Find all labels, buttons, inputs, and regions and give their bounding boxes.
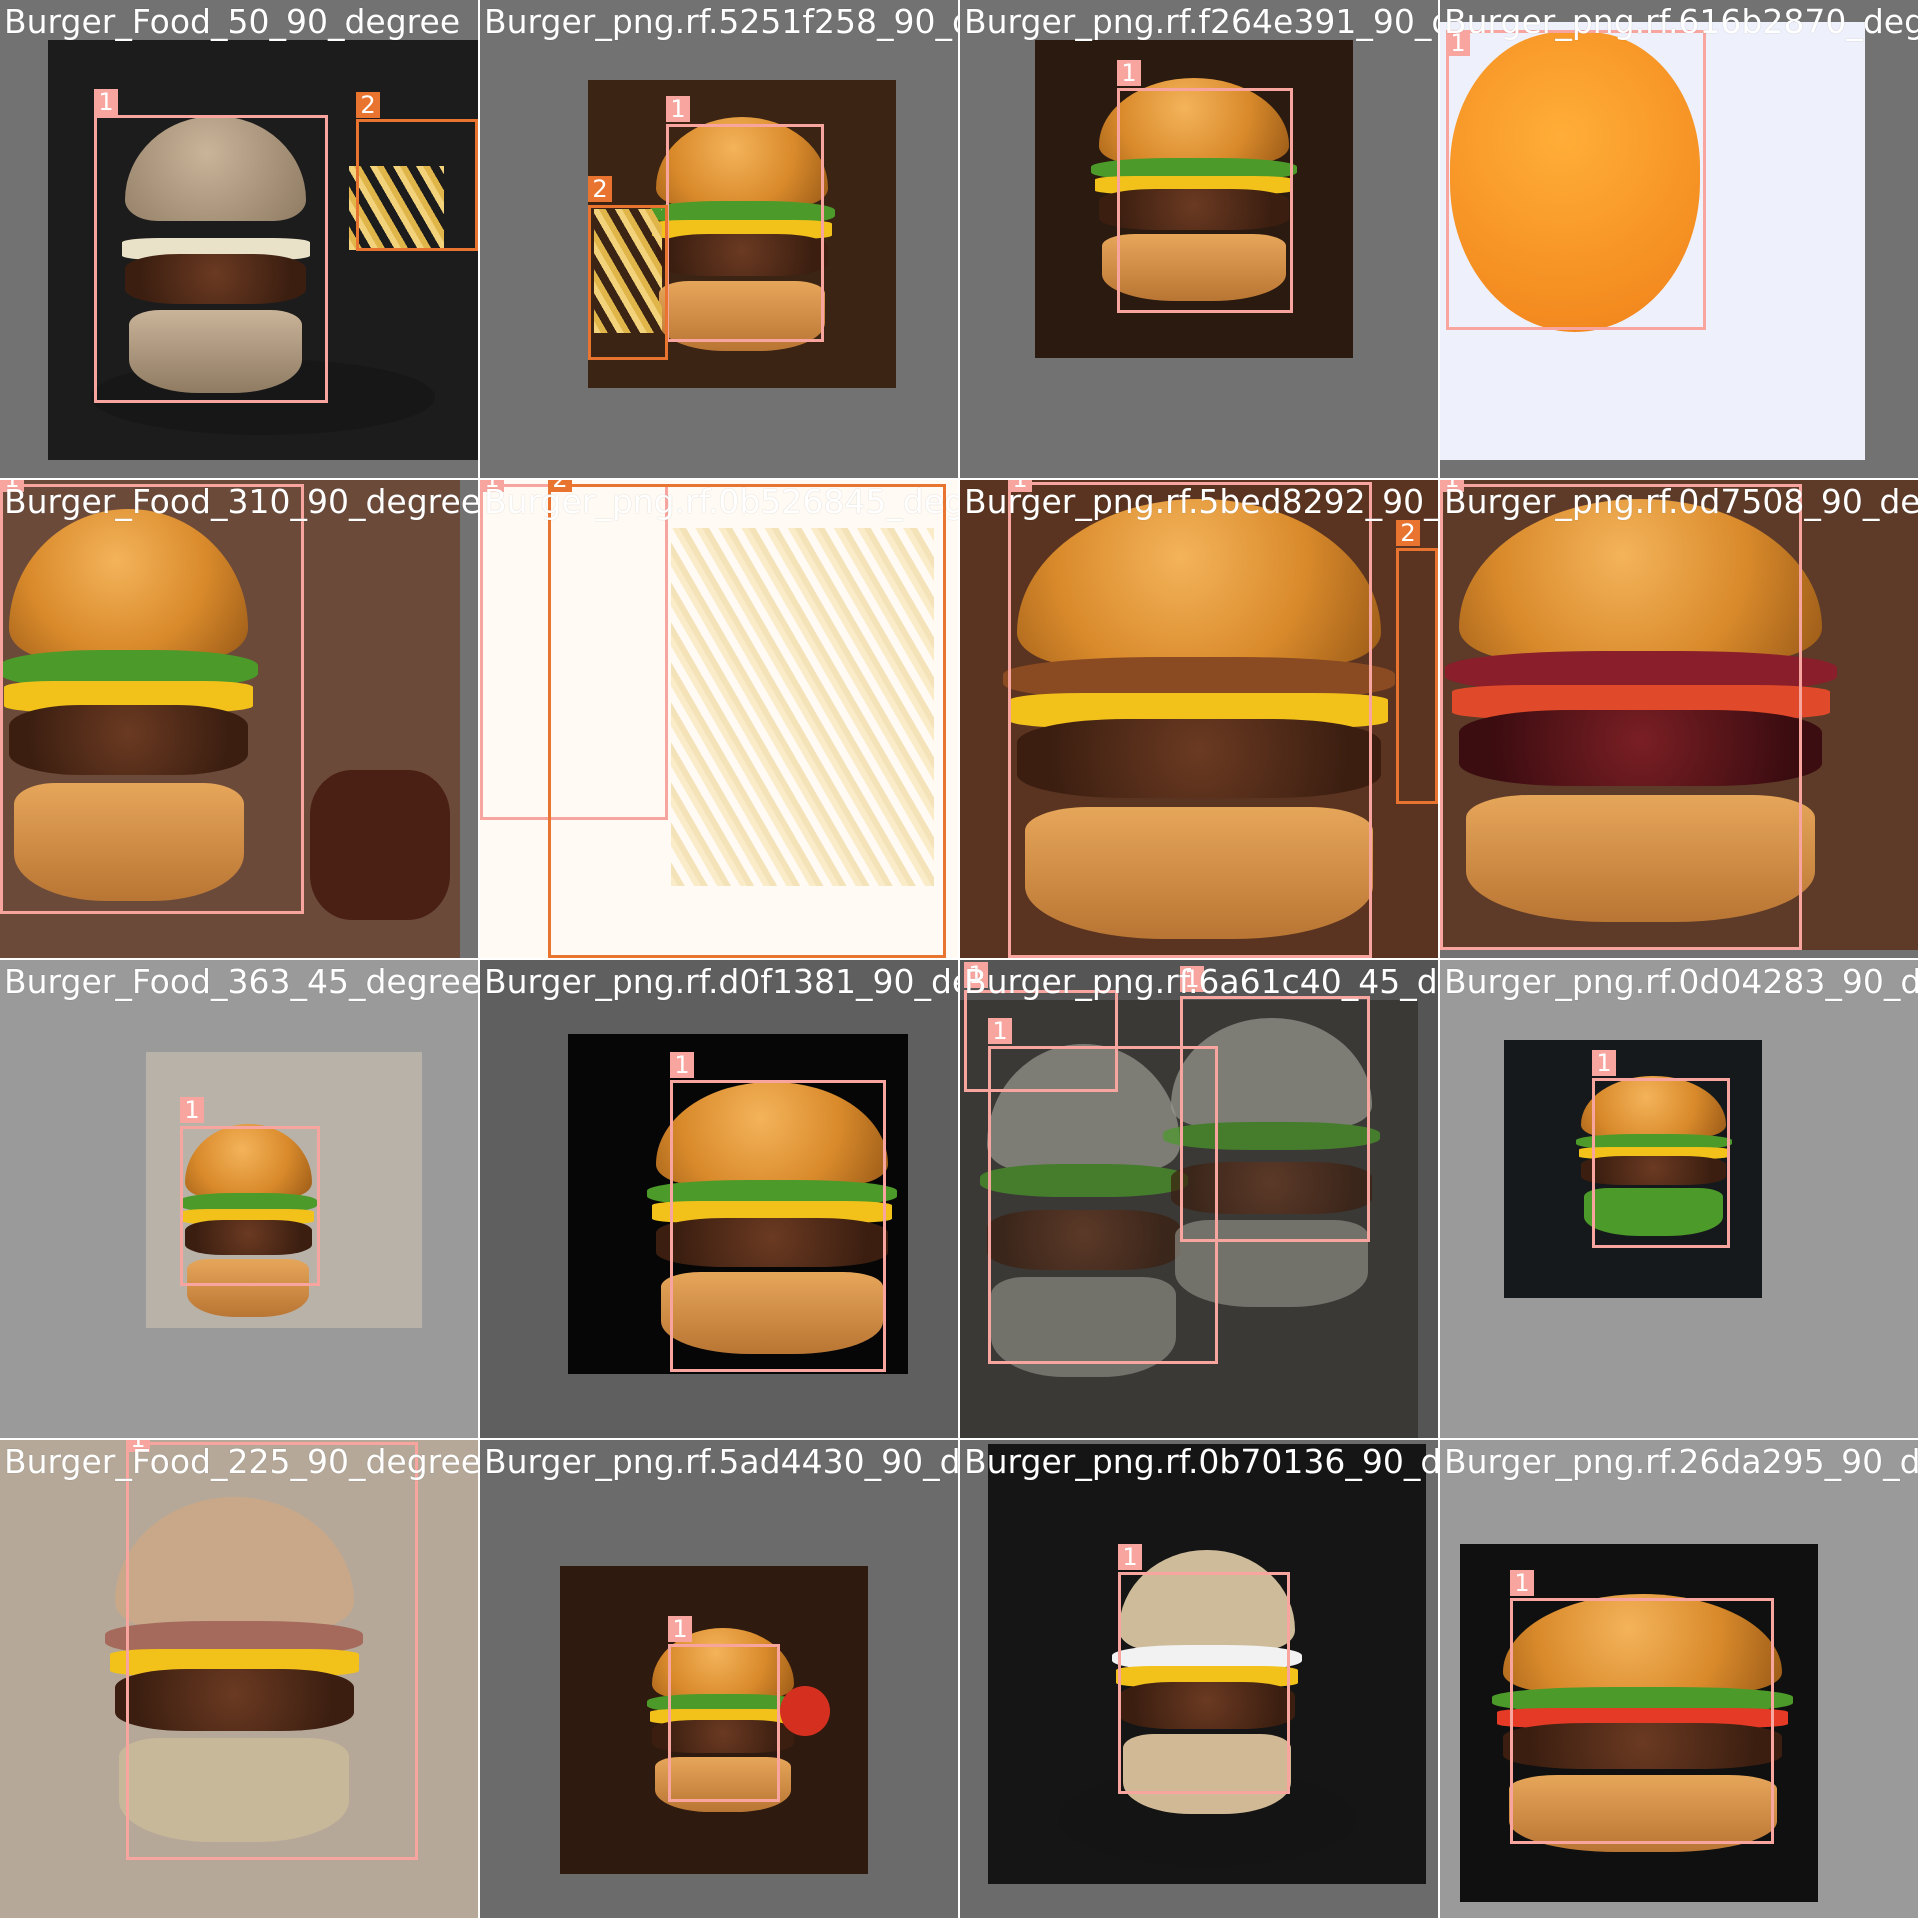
tile-2: 1 2 Burger_png.rf.5251f258_90_degree bbox=[480, 0, 958, 478]
bounding-box bbox=[1440, 484, 1802, 950]
tile-11: 1 1 1 Burger_png.rf.6a61c40_45_degree bbox=[960, 960, 1438, 1438]
bounding-box bbox=[180, 1126, 320, 1286]
box-class-label: 2 bbox=[1396, 520, 1420, 546]
box-class-label: 1 bbox=[94, 89, 118, 115]
tile-filename: Burger_png.rf.5ad4430_90_degree bbox=[484, 1442, 958, 1481]
tile-filename: Burger_png.rf.5251f258_90_degree bbox=[484, 2, 958, 41]
bounding-box bbox=[1180, 996, 1370, 1242]
tile-4: 1 Burger_png.rf.616b2870_degree bbox=[1440, 0, 1918, 478]
tile-filename: Burger_png.rf.0b526845_degree bbox=[484, 482, 958, 521]
box-class-label: 1 bbox=[668, 1616, 692, 1642]
tile-9: 1 Burger_Food_363_45_degree bbox=[0, 960, 478, 1438]
bounding-box bbox=[1118, 1572, 1290, 1794]
tile-filename: Burger_png.rf.d0f1381_90_degree bbox=[484, 962, 958, 1001]
tile-13: 1 Burger_Food_225_90_degree bbox=[0, 1440, 478, 1918]
bounding-box bbox=[94, 115, 328, 403]
bounding-box bbox=[548, 484, 946, 958]
tile-1: 1 2 Burger_Food_50_90_degree bbox=[0, 0, 478, 478]
bounding-box bbox=[666, 124, 824, 342]
tile-filename: Burger_png.rf.26da295_90_degree bbox=[1444, 1442, 1918, 1481]
bounding-box bbox=[1510, 1598, 1774, 1844]
bounding-box bbox=[1592, 1078, 1730, 1248]
tile-filename: Burger_png.rf.0d04283_90_degree bbox=[1444, 962, 1918, 1001]
box-class-label: 1 bbox=[1592, 1050, 1616, 1076]
bounding-box bbox=[1446, 30, 1706, 330]
tile-14: 1 Burger_png.rf.5ad4430_90_degree bbox=[480, 1440, 958, 1918]
box-class-label: 1 bbox=[180, 1097, 204, 1123]
tile-3: 1 Burger_png.rf.f264e391_90_degree bbox=[960, 0, 1438, 478]
tile-filename: Burger_png.rf.0b70136_90_degree bbox=[964, 1442, 1438, 1481]
tile-filename: Burger_Food_310_90_degree bbox=[4, 482, 478, 521]
box-class-label: 1 bbox=[1510, 1570, 1534, 1596]
box-class-label: 2 bbox=[588, 176, 612, 202]
bounding-box bbox=[1008, 482, 1372, 958]
tile-16: 1 Burger_png.rf.26da295_90_degree bbox=[1440, 1440, 1918, 1918]
tile-8: 1 Burger_png.rf.0d7508_90_degree bbox=[1440, 480, 1918, 958]
box-class-label: 1 bbox=[988, 1018, 1012, 1044]
tile-filename: Burger_png.rf.6a61c40_45_degree bbox=[964, 962, 1438, 1001]
box-class-label: 1 bbox=[1117, 60, 1141, 86]
box-class-label: 1 bbox=[666, 96, 690, 122]
bounding-box bbox=[670, 1080, 886, 1372]
tile-filename: Burger_Food_363_45_degree bbox=[4, 962, 478, 1001]
tile-12: 1 Burger_png.rf.0d04283_90_degree bbox=[1440, 960, 1918, 1438]
tile-filename: Burger_Food_50_90_degree bbox=[4, 2, 461, 41]
bounding-box bbox=[668, 1644, 780, 1802]
bounding-box bbox=[126, 1442, 418, 1860]
box-class-label: 1 bbox=[670, 1052, 694, 1078]
bounding-box bbox=[356, 119, 478, 251]
tile-filename: Burger_Food_225_90_degree bbox=[4, 1442, 478, 1481]
tile-10: 1 Burger_png.rf.d0f1381_90_degree bbox=[480, 960, 958, 1438]
bounding-box bbox=[0, 484, 304, 914]
tile-filename: Burger_png.rf.0d7508_90_degree bbox=[1444, 482, 1918, 521]
box-class-label: 2 bbox=[356, 92, 380, 118]
tile-filename: Burger_png.rf.f264e391_90_degree bbox=[964, 2, 1438, 41]
tile-filename: Burger_png.rf.616b2870_degree bbox=[1444, 2, 1918, 41]
tile-filename: Burger_png.rf.5bed8292_90_degree bbox=[964, 482, 1438, 521]
detection-mosaic: 1 2 Burger_Food_50_90_degree 1 2 Burger_… bbox=[0, 0, 1920, 1920]
bounding-box bbox=[1117, 88, 1293, 313]
tile-5: 1 Burger_Food_310_90_degree bbox=[0, 480, 478, 958]
tile-15: 1 Burger_png.rf.0b70136_90_degree bbox=[960, 1440, 1438, 1918]
bounding-box bbox=[1396, 548, 1438, 804]
bounding-box bbox=[588, 205, 668, 360]
tile-7: 1 2 Burger_png.rf.5bed8292_90_degree bbox=[960, 480, 1438, 958]
box-class-label: 1 bbox=[1118, 1544, 1142, 1570]
tile-6: 1 2 Burger_png.rf.0b526845_degree bbox=[480, 480, 958, 958]
